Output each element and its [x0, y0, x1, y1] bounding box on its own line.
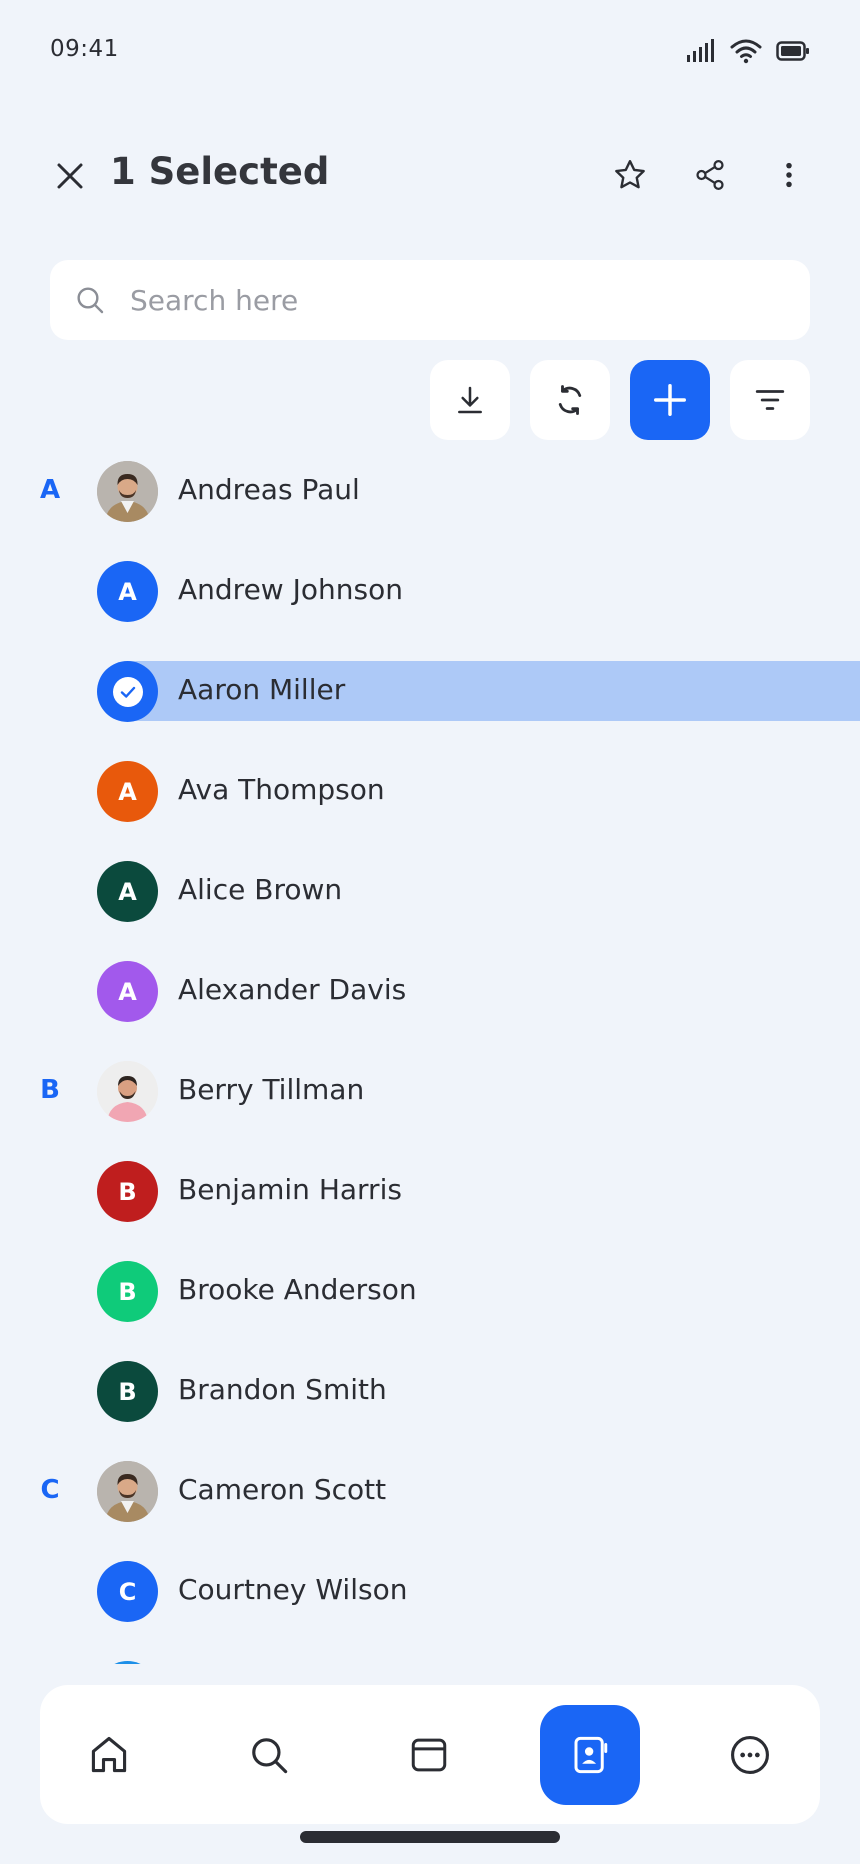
search-bar — [50, 260, 810, 340]
search-icon — [252, 1738, 288, 1774]
more-options-button[interactable] — [766, 152, 812, 198]
star-icon — [615, 160, 645, 189]
avatar-initial: A — [97, 961, 158, 1022]
home-indicator — [300, 1831, 560, 1843]
contacts-icon — [574, 1736, 608, 1774]
avatar-initial — [97, 1661, 158, 1664]
status-time: 09:41 — [50, 36, 119, 62]
search-icon — [77, 287, 104, 314]
person-photo-icon — [97, 461, 158, 522]
avatar-initial: B — [97, 1161, 158, 1222]
window-icon — [411, 1738, 447, 1772]
close-icon — [57, 163, 83, 189]
contact-row-cameron-scott[interactable]: C Cameron Scott — [0, 1440, 860, 1540]
section-letter: C — [40, 1475, 60, 1505]
person-photo-icon — [97, 1061, 158, 1122]
contact-row-andrew-johnson[interactable]: A Andrew Johnson — [0, 540, 860, 640]
add-icon — [654, 384, 686, 416]
contact-name: Brandon Smith — [178, 1373, 387, 1406]
contact-row-berry-tillman[interactable]: B Berry Tillman — [0, 1040, 860, 1140]
avatar-photo — [97, 461, 158, 522]
contact-name: Andreas Paul — [178, 473, 360, 506]
status-bar: 09:41 — [0, 0, 860, 100]
nav-contacts[interactable] — [540, 1705, 640, 1805]
search-input[interactable] — [130, 260, 790, 340]
contact-name: Courtney Wilson — [178, 1573, 408, 1606]
contact-row-brandon-smith[interactable]: B Brandon Smith — [0, 1340, 860, 1440]
home-icon — [91, 1736, 127, 1773]
bottom-nav — [40, 1685, 820, 1824]
contact-row-alexander-davis[interactable]: A Alexander Davis — [0, 940, 860, 1040]
contact-row-aaron-miller[interactable]: Aaron Miller — [0, 640, 860, 740]
avatar-photo — [97, 1061, 158, 1122]
nav-window[interactable] — [379, 1705, 479, 1805]
selection-header: 1 Selected — [0, 140, 860, 210]
section-letter: B — [40, 1075, 60, 1105]
avatar-initial: B — [97, 1261, 158, 1322]
contact-row-ava-thompson[interactable]: A Ava Thompson — [0, 740, 860, 840]
contact-row-brooke-anderson[interactable]: B Brooke Anderson — [0, 1240, 860, 1340]
contact-name: Alexander Davis — [178, 973, 407, 1006]
contact-row-courtney-wilson[interactable]: C Courtney Wilson — [0, 1540, 860, 1640]
person-photo-icon — [97, 1461, 158, 1522]
close-selection-button[interactable] — [48, 154, 92, 198]
download-icon — [458, 386, 482, 414]
sync-button[interactable] — [530, 360, 610, 440]
avatar-photo — [97, 1461, 158, 1522]
avatar-initial: B — [97, 1361, 158, 1422]
battery-icon — [776, 41, 809, 61]
sync-icon — [558, 385, 582, 415]
avatar-selected — [97, 661, 158, 722]
wifi-icon — [730, 39, 762, 64]
share-icon — [696, 159, 724, 191]
add-contact-button[interactable] — [630, 360, 710, 440]
avatar-initial: C — [97, 1561, 158, 1622]
section-letter: A — [39, 475, 61, 505]
contact-name: Ava Thompson — [178, 773, 385, 806]
contact-name: Aaron Miller — [178, 673, 346, 706]
nav-home[interactable] — [59, 1705, 159, 1805]
contact-name: Andrew Johnson — [178, 573, 403, 606]
contact-row-alice-brown[interactable]: A Alice Brown — [0, 840, 860, 940]
favorite-button[interactable] — [607, 152, 653, 198]
nav-search[interactable] — [219, 1705, 319, 1805]
contact-row-benjamin-harris[interactable]: B Benjamin Harris — [0, 1140, 860, 1240]
contact-list: A Andreas Paul A Andrew Johnson Aaron Mi… — [0, 440, 860, 1664]
avatar-initial: A — [97, 861, 158, 922]
more-horizontal-icon — [731, 1736, 769, 1774]
share-button[interactable] — [687, 152, 733, 198]
status-icons — [686, 36, 810, 66]
contact-name: Benjamin Harris — [178, 1173, 402, 1206]
avatar-initial: A — [97, 561, 158, 622]
page-title: 1 Selected — [110, 150, 330, 193]
more-vertical-icon — [786, 162, 792, 188]
contact-name: Berry Tillman — [178, 1073, 365, 1106]
download-button[interactable] — [430, 360, 510, 440]
signal-icon — [687, 39, 714, 62]
check-circle-icon — [112, 676, 143, 707]
contact-name: Alice Brown — [178, 873, 343, 906]
avatar-initial: A — [97, 761, 158, 822]
filter-icon — [755, 390, 785, 410]
contact-row-partial[interactable] — [0, 1640, 860, 1664]
nav-more[interactable] — [700, 1705, 800, 1805]
list-toolbar — [0, 360, 860, 440]
contact-row-andreas-paul[interactable]: A Andreas Paul — [0, 440, 860, 540]
filter-button[interactable] — [730, 360, 810, 440]
contact-name: Brooke Anderson — [178, 1273, 417, 1306]
contact-name: Cameron Scott — [178, 1473, 387, 1506]
